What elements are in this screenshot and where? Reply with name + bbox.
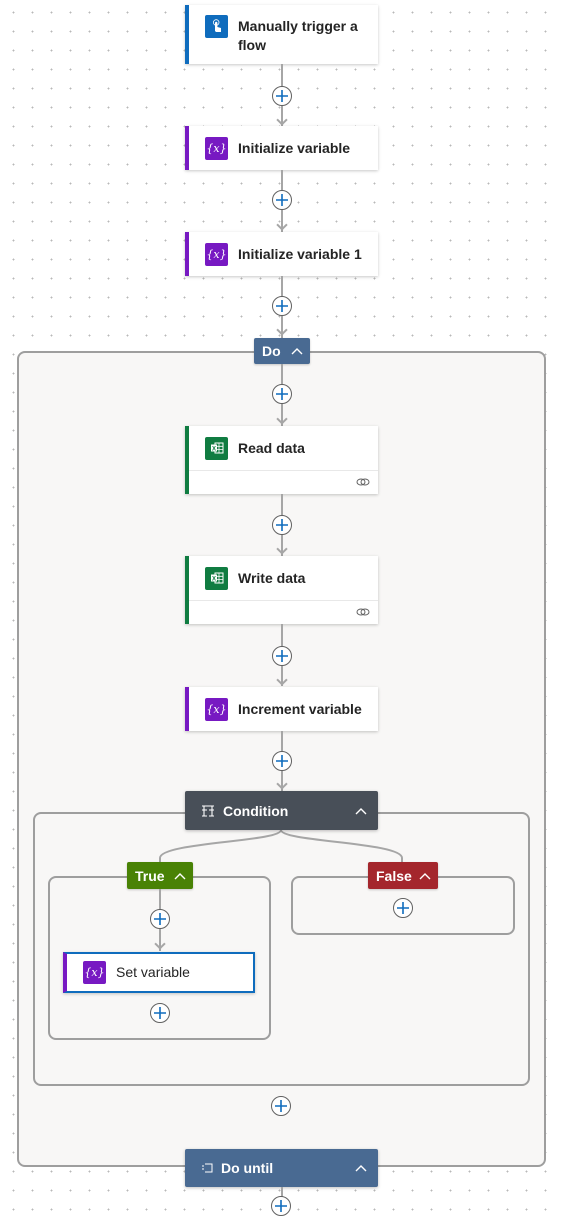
trigger-title: Manually trigger a flow xyxy=(238,18,358,53)
true-tag[interactable]: True xyxy=(127,862,193,889)
action-title: Initialize variable 1 xyxy=(238,245,362,262)
chevron-up-icon[interactable] xyxy=(173,871,187,881)
arrow-icon xyxy=(276,324,288,336)
true-label: True xyxy=(135,867,165,884)
arrow-icon xyxy=(276,219,288,231)
trigger-card[interactable]: Manually trigger a flow xyxy=(185,5,378,64)
false-tag[interactable]: False xyxy=(368,862,438,889)
initialize-variable-1-card[interactable]: {x} Initialize variable 1 xyxy=(185,232,378,276)
add-step-button[interactable] xyxy=(271,1096,291,1116)
false-label: False xyxy=(376,867,412,884)
add-step-button[interactable] xyxy=(272,384,292,404)
add-step-button[interactable] xyxy=(150,909,170,929)
touch-hand-icon xyxy=(205,15,228,38)
loop-icon xyxy=(202,1163,213,1173)
variable-icon: {x} xyxy=(205,242,228,266)
connection-link-icon[interactable] xyxy=(356,607,370,617)
add-step-button[interactable] xyxy=(272,751,292,771)
read-data-card[interactable]: Read data xyxy=(185,426,378,494)
chevron-up-icon[interactable] xyxy=(418,871,432,881)
condition-header[interactable]: Condition xyxy=(185,791,378,830)
add-step-button[interactable] xyxy=(150,1003,170,1023)
excel-icon xyxy=(205,566,228,590)
action-title: Initialize variable xyxy=(238,139,351,156)
set-variable-card[interactable]: {x} Set variable xyxy=(63,952,255,993)
chevron-up-icon[interactable] xyxy=(290,346,304,356)
write-data-card[interactable]: Write data xyxy=(185,556,378,624)
action-title: Write data xyxy=(238,569,306,586)
action-title: Read data xyxy=(238,439,305,456)
add-step-button[interactable] xyxy=(272,190,292,210)
variable-icon: {x} xyxy=(205,697,228,721)
variable-icon: {x} xyxy=(205,136,228,160)
add-step-button[interactable] xyxy=(272,515,292,535)
add-step-button[interactable] xyxy=(272,86,292,106)
variable-icon: {x} xyxy=(83,961,106,984)
condition-title: Condition xyxy=(223,802,289,819)
increment-variable-card[interactable]: {x} Increment variable xyxy=(185,687,378,731)
condition-icon xyxy=(202,804,214,817)
add-step-button[interactable] xyxy=(272,646,292,666)
action-title: Set variable xyxy=(116,964,190,980)
do-tag[interactable]: Do xyxy=(254,338,310,364)
chevron-up-icon[interactable] xyxy=(354,1163,368,1173)
add-step-button[interactable] xyxy=(271,1196,291,1216)
add-step-button[interactable] xyxy=(272,296,292,316)
arrow-icon xyxy=(276,114,288,126)
initialize-variable-card[interactable]: {x} Initialize variable xyxy=(185,126,378,170)
excel-icon xyxy=(205,436,228,460)
chevron-up-icon[interactable] xyxy=(354,806,368,816)
connection-link-icon[interactable] xyxy=(356,477,370,487)
do-label: Do xyxy=(262,343,281,359)
do-until-header[interactable]: Do until xyxy=(185,1149,378,1187)
do-until-label: Do until xyxy=(221,1160,274,1176)
add-step-button[interactable] xyxy=(393,898,413,918)
action-title: Increment variable xyxy=(238,700,362,717)
